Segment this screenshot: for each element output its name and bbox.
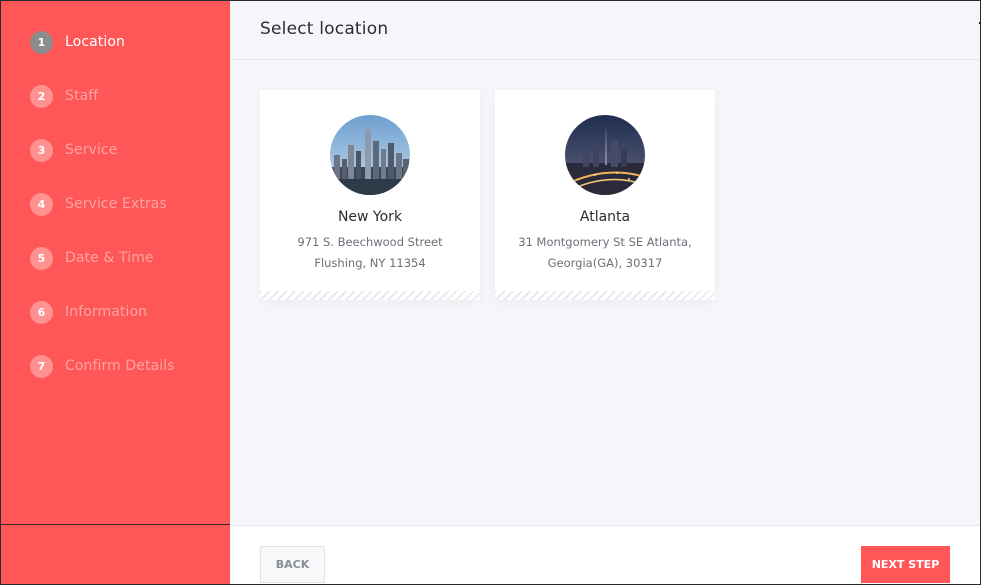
- step-information[interactable]: 6 Information: [30, 300, 175, 324]
- atlanta-photo: [565, 115, 645, 195]
- location-name: Atlanta: [579, 209, 631, 225]
- step-staff[interactable]: 2 Staff: [30, 84, 175, 108]
- sidebar-divider: [1, 524, 230, 525]
- address-line-1: 971 S. Beechwood Street: [297, 235, 443, 249]
- location-address: 971 S. Beechwood Street Flushing, NY 113…: [270, 232, 470, 274]
- location-cards: New York 971 S. Beechwood Street Flushin…: [260, 90, 715, 300]
- page-title: Select location: [260, 19, 389, 39]
- location-card-new-york[interactable]: New York 971 S. Beechwood Street Flushin…: [260, 90, 480, 300]
- main-panel: Select location New York 971 S. Beechwoo…: [230, 1, 980, 584]
- location-card-atlanta[interactable]: Atlanta 31 Montgomery St SE Atlanta, Geo…: [495, 90, 715, 300]
- page-header: Select location: [230, 1, 980, 60]
- step-number: 1: [30, 30, 53, 54]
- card-stripe: [495, 291, 715, 300]
- step-service-extras[interactable]: 4 Service Extras: [30, 192, 175, 216]
- location-name: New York: [337, 209, 403, 225]
- steps-sidebar: 1 Location 2 Staff 3 Service 4 Service E…: [1, 1, 230, 584]
- step-number: 6: [30, 300, 53, 324]
- address-line-2: Georgia(GA), 30317: [547, 256, 663, 270]
- step-label: Information: [65, 304, 148, 320]
- steps-list: 1 Location 2 Staff 3 Service 4 Service E…: [30, 30, 175, 408]
- step-label: Service: [65, 142, 118, 158]
- back-button[interactable]: BACK: [260, 546, 325, 583]
- step-label: Staff: [65, 88, 99, 104]
- step-number: 2: [30, 84, 53, 108]
- footer-bar: BACK NEXT STEP: [230, 525, 980, 584]
- booking-window: 1 Location 2 Staff 3 Service 4 Service E…: [0, 0, 981, 585]
- step-number: 3: [30, 138, 53, 162]
- step-number: 7: [30, 354, 53, 378]
- new-york-photo: [330, 115, 410, 195]
- step-label: Service Extras: [65, 196, 167, 212]
- step-date-time[interactable]: 5 Date & Time: [30, 246, 175, 270]
- step-number: 5: [30, 246, 53, 270]
- card-stripe: [260, 291, 480, 300]
- step-label: Confirm Details: [65, 358, 175, 374]
- step-label: Location: [65, 34, 126, 50]
- step-label: Date & Time: [65, 250, 154, 266]
- address-line-2: Flushing, NY 11354: [314, 256, 426, 270]
- step-service[interactable]: 3 Service: [30, 138, 175, 162]
- step-confirm-details[interactable]: 7 Confirm Details: [30, 354, 175, 378]
- address-line-1: 31 Montgomery St SE Atlanta,: [518, 235, 692, 249]
- step-location[interactable]: 1 Location: [30, 30, 175, 54]
- next-step-button[interactable]: NEXT STEP: [861, 546, 950, 583]
- step-number: 4: [30, 192, 53, 216]
- location-address: 31 Montgomery St SE Atlanta, Georgia(GA)…: [505, 232, 705, 274]
